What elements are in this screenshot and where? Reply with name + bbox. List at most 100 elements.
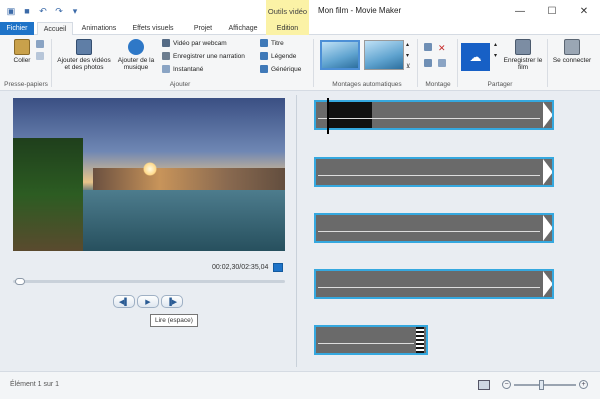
playback-timecode: 00:02,30/02:35,04 (212, 264, 269, 271)
storyboard-clip[interactable] (314, 325, 428, 355)
zoom-handle[interactable] (538, 380, 544, 390)
tab-animations[interactable]: Animations (78, 22, 120, 35)
redo-icon[interactable]: ↷ (54, 6, 64, 16)
qat-dropdown-icon[interactable]: ▾ (70, 6, 80, 16)
close-button[interactable]: ✕ (568, 0, 600, 22)
title-button[interactable]: Titre (260, 39, 284, 47)
rotate-left-button[interactable] (424, 43, 432, 51)
snapshot-button[interactable]: Instantané (162, 65, 203, 73)
auto-montage-theme-2[interactable] (364, 40, 404, 70)
remove-icon: ✕ (438, 43, 446, 53)
tab-projet[interactable]: Projet (186, 22, 220, 35)
save-icon[interactable]: ■ (22, 6, 32, 16)
share-scroll-up[interactable]: ▴ (494, 41, 497, 48)
storyboard-clip[interactable] (314, 100, 554, 130)
cut-button[interactable] (36, 40, 44, 48)
onedrive-share-button[interactable]: ☁ (461, 43, 490, 71)
play-button[interactable]: ▶ (137, 295, 159, 308)
gallery-scroll-down[interactable]: ▾ (406, 52, 409, 59)
copy-icon (36, 52, 44, 60)
zoom-out-button[interactable]: − (502, 380, 511, 389)
webcam-icon (162, 39, 170, 47)
ribbon-separator (417, 39, 418, 87)
video-preview[interactable] (13, 98, 285, 251)
status-item-count: Élément 1 sur 1 (10, 381, 60, 388)
undo-icon[interactable]: ↶ (38, 6, 48, 16)
rotate-left-icon (424, 43, 432, 51)
ribbon-separator (457, 39, 458, 87)
tab-edition[interactable]: Edition (266, 22, 309, 35)
gallery-scroll-up[interactable]: ▴ (406, 41, 409, 48)
clip-waveform (318, 175, 540, 183)
zoom-slider[interactable]: − + (502, 380, 588, 390)
rotate-right-button[interactable] (424, 59, 432, 67)
clip-waveform (318, 118, 540, 126)
ribbon: Coller Presse-papiers Ajouter des vidéos… (0, 35, 600, 91)
cloud-icon: ☁ (469, 50, 482, 64)
group-label-share: Partager (487, 81, 513, 88)
zoom-in-button[interactable]: + (579, 380, 588, 389)
add-videos-photos-button[interactable]: Ajouter des vidéos et des photos (55, 39, 113, 71)
music-note-icon (128, 39, 144, 55)
caption-icon (260, 52, 268, 60)
clip-end-arrow (543, 102, 552, 128)
save-movie-icon (515, 39, 531, 55)
add-media-icon (76, 39, 92, 55)
title-bar: ▣ ■ ↶ ↷ ▾ Outils vidéo Mon film - Movie … (0, 0, 600, 22)
clip-end-arrow (543, 159, 552, 185)
preview-water (83, 190, 285, 251)
paste-button[interactable]: Coller (8, 39, 36, 64)
next-frame-button[interactable]: ▐▶ (161, 295, 183, 308)
seek-handle[interactable] (15, 278, 26, 285)
credits-icon (260, 65, 268, 73)
clip-waveform (318, 287, 540, 295)
quick-access-toolbar: ▣ ■ ↶ ↷ ▾ (0, 0, 80, 22)
remove-button[interactable]: ✕ (438, 43, 446, 54)
save-movie-button[interactable]: Enregistrer le film (502, 39, 544, 71)
share-scroll-down[interactable]: ▾ (494, 52, 497, 59)
fullscreen-icon[interactable] (273, 263, 283, 272)
seek-bar[interactable] (13, 280, 285, 283)
preview-town (93, 168, 285, 190)
thumbnail-size-icon[interactable] (478, 380, 490, 390)
play-tooltip: Lire (espace) (150, 314, 198, 327)
copy-button[interactable] (36, 52, 44, 60)
webcam-video-button[interactable]: Vidéo par webcam (162, 39, 227, 47)
ribbon-separator (51, 39, 52, 87)
select-all-button[interactable] (438, 59, 446, 67)
maximize-button[interactable]: ☐ (536, 0, 568, 22)
caption-button[interactable]: Légende (260, 52, 296, 60)
ribbon-separator (547, 39, 548, 87)
main-area: 00:02,30/02:35,04 ◀▌ ▶ ▐▶ Lire (espace) (0, 91, 600, 371)
storyboard-clip[interactable] (314, 213, 554, 243)
zoom-track[interactable] (514, 384, 576, 386)
auto-montage-theme-1[interactable] (320, 40, 360, 70)
window-title: Mon film - Movie Maker (318, 6, 402, 15)
tab-effets-visuels[interactable]: Effets visuels (124, 22, 182, 35)
record-narration-button[interactable]: Enregistrer une narration (162, 52, 245, 60)
status-bar: Élément 1 sur 1 − + (0, 371, 600, 399)
playback-controls: ◀▌ ▶ ▐▶ (113, 295, 183, 308)
previous-frame-button[interactable]: ◀▌ (113, 295, 135, 308)
minimize-button[interactable]: — (504, 0, 536, 22)
clip-waveform (318, 231, 540, 239)
preview-riverbank (13, 138, 83, 251)
add-music-button[interactable]: Ajouter de la musique (114, 39, 158, 71)
ribbon-separator (313, 39, 314, 87)
window-controls: — ☐ ✕ (504, 0, 600, 22)
credits-button[interactable]: Générique (260, 65, 301, 73)
storyboard-clip[interactable] (314, 269, 554, 299)
group-label-clipboard: Presse-papiers (4, 81, 48, 88)
pane-splitter[interactable] (296, 95, 297, 367)
group-label-auto-montage: Montages automatiques (332, 81, 402, 88)
camera-icon (162, 65, 170, 73)
clip-waveform (318, 343, 414, 351)
storyboard-playhead[interactable] (327, 98, 329, 134)
tab-affichage[interactable]: Affichage (224, 22, 262, 35)
tab-accueil[interactable]: Accueil (37, 22, 73, 36)
storyboard-clip[interactable] (314, 157, 554, 187)
sign-in-button[interactable]: Se connecter (552, 39, 592, 64)
rotate-right-icon (424, 59, 432, 67)
gallery-expand[interactable]: ⊻ (406, 63, 410, 70)
tab-fichier[interactable]: Fichier (0, 22, 34, 35)
